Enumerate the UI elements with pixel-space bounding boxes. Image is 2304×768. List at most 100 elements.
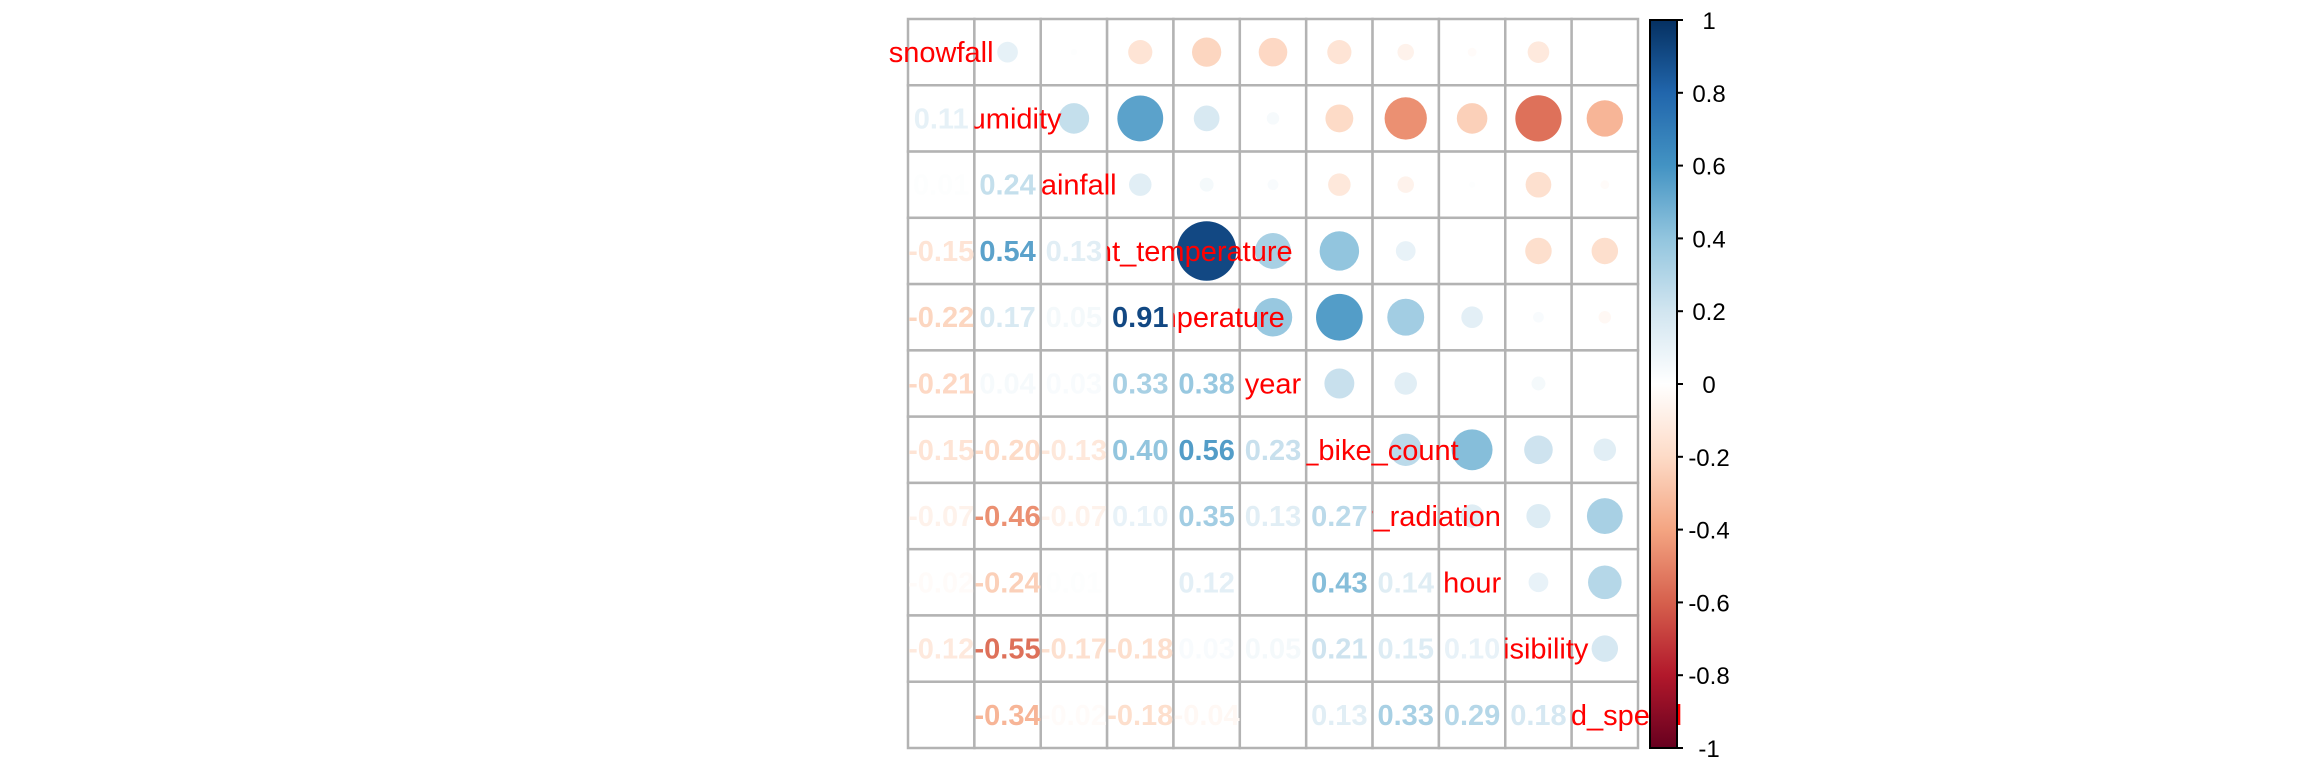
grid-cell: [1570, 17, 1640, 87]
colorbar-tick-label: 0.2: [1692, 299, 1725, 326]
corr-circle: [1328, 173, 1351, 196]
corr-value: -0.15: [908, 435, 974, 467]
corr-value: 0.05: [1245, 634, 1301, 666]
corr-value: -0.18: [1107, 700, 1173, 732]
corr-value: 0.04: [979, 369, 1035, 401]
corr-circle: [1456, 103, 1488, 134]
corr-circle: [1593, 438, 1617, 462]
variable-label: hour: [1443, 567, 1501, 599]
corr-value: 0.33: [1112, 369, 1168, 401]
corr-circle: [1394, 372, 1417, 395]
corr-circle: [1591, 635, 1619, 662]
corr-circle: [1525, 171, 1552, 198]
corr-circle: [1070, 49, 1078, 56]
corr-value: 0.00: [913, 700, 969, 732]
corr-circle: [1397, 43, 1414, 61]
variable-label: year: [1245, 369, 1302, 401]
corr-circle: [1387, 298, 1425, 336]
corr-circle: [1515, 95, 1562, 142]
corr-circle: [1058, 103, 1090, 134]
corr-value: -0.55: [974, 634, 1040, 666]
corr-circle: [1117, 95, 1164, 142]
correlation-plot: 0.110.01 0.24-0.15 0.54 0.13-0.22 0.17 0.05 0.…: [889, 8, 1730, 763]
corr-value: -0.46: [974, 501, 1040, 533]
corr-value: 0.11: [914, 103, 969, 135]
colorbar-tick-label: 1: [1702, 8, 1715, 35]
corr-value: -0.22: [908, 302, 974, 334]
grid-cell: [1437, 349, 1507, 418]
corr-circle: [1193, 105, 1220, 132]
corr-value: 0.38: [1178, 369, 1234, 401]
corr-value: 0.13: [1046, 236, 1102, 268]
corr-circle: [1327, 40, 1352, 65]
corr-circle: [1199, 177, 1214, 192]
corr-circle: [1526, 503, 1551, 529]
corr-circle: [1324, 368, 1355, 399]
corr-value: -0.34: [974, 700, 1040, 732]
colorbar-tick-label: -0.6: [1688, 590, 1729, 617]
corr-value: 0.17: [979, 302, 1035, 334]
corr-value: 0.10: [1444, 634, 1500, 666]
corr-value: 0.56: [1178, 435, 1234, 467]
corr-value: -0.07: [1041, 501, 1107, 533]
corr-value: -0.21: [908, 369, 974, 401]
corr-circle: [997, 41, 1018, 63]
corr-value: 0.27: [1311, 501, 1367, 533]
corr-value: 0.33: [1378, 700, 1434, 732]
corr-value: 0.54: [979, 236, 1035, 268]
corr-circle: [1527, 41, 1550, 63]
corr-circle: [1129, 173, 1152, 196]
corr-value: 0.03: [1046, 369, 1102, 401]
corr-circle: [1384, 97, 1427, 140]
corr-circle: [1531, 376, 1546, 391]
corr-circle: [1397, 176, 1414, 193]
corr-value: 0.35: [1178, 501, 1234, 533]
corr-value: 0.21: [1311, 634, 1367, 666]
corr-circle: [1600, 180, 1610, 190]
corr-circle: [1524, 435, 1553, 465]
corr-value: 0.43: [1311, 567, 1367, 599]
corr-value: -0.24: [974, 567, 1040, 599]
corr-circle: [1598, 310, 1612, 324]
corr-value: 0.18: [1510, 700, 1566, 732]
corr-circle: [1258, 37, 1288, 67]
grid-cell: [1570, 349, 1640, 418]
corr-circle: [1266, 112, 1280, 125]
corr-value: 0.05: [1046, 302, 1102, 334]
corr-value: -0.17: [1041, 634, 1107, 666]
corr-value: -0.12: [908, 634, 974, 666]
corr-value: -0.13: [1041, 435, 1107, 467]
variable-label: snowfall: [889, 37, 994, 69]
corr-value: -0.15: [908, 236, 974, 268]
colorbar-tick-label: -0.8: [1688, 663, 1729, 690]
corr-circle: [1468, 181, 1476, 188]
corr-value: 0.13: [1245, 501, 1301, 533]
corr-circle: [1267, 179, 1279, 191]
grid-cell: [1437, 216, 1507, 286]
colorbar-tick-label: 0.6: [1692, 154, 1725, 181]
corr-circle: [1395, 241, 1416, 261]
corr-value: 0.12: [1178, 567, 1234, 599]
colorbar-tick-label: -0.2: [1688, 445, 1729, 472]
corr-circle: [1528, 572, 1549, 593]
variable-label: rainfall: [1031, 170, 1116, 202]
corr-circle: [1586, 498, 1623, 534]
corr-circle: [1467, 47, 1477, 57]
corr-value: 0.15: [1378, 634, 1434, 666]
corr-value: -0.07: [908, 501, 974, 533]
corr-value: -0.02: [908, 567, 974, 599]
corr-value: 0.10: [1112, 501, 1168, 533]
corr-circle: [1533, 311, 1544, 323]
colorbar-gradient: [1649, 19, 1678, 749]
corr-value: 0.00: [1245, 700, 1301, 732]
corr-value: 0.00: [1245, 567, 1301, 599]
corr-value: 0.13: [1311, 700, 1367, 732]
corr-value: 0.24: [979, 170, 1035, 202]
corr-value: 0.29: [1444, 700, 1500, 732]
colorbar-tick-label: -0.4: [1688, 518, 1729, 545]
corr-circle: [1586, 100, 1624, 137]
corr-circle: [1316, 293, 1363, 341]
corr-value: 0.23: [1245, 435, 1301, 467]
corr-circle: [1192, 37, 1222, 67]
corr-circle: [1461, 306, 1483, 329]
